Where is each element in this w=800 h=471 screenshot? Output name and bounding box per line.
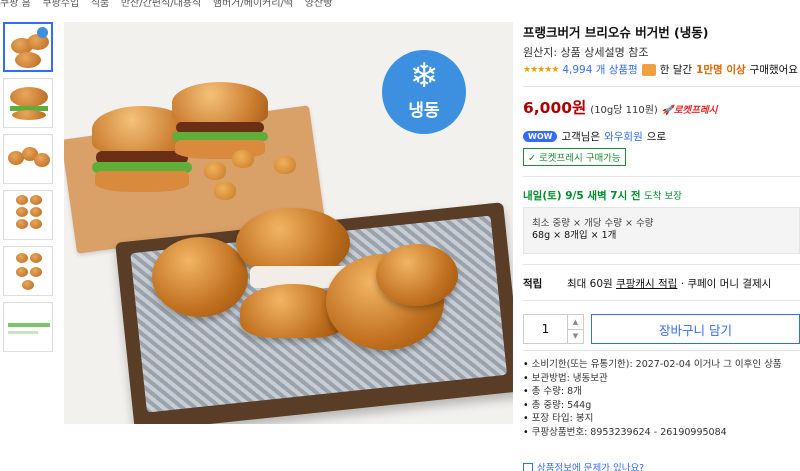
snowflake-icon: ❄	[409, 56, 439, 96]
delivery-info: 내일(토) 9/5 새벽 7시 전 도착 보장	[523, 188, 682, 203]
membership-suffix: 으로	[646, 131, 667, 143]
breadcrumb-item[interactable]: 양산빵	[305, 0, 333, 9]
breadcrumb-item[interactable]: 쿠팡수입	[42, 0, 79, 9]
divider	[523, 264, 800, 265]
list-item: 포장 타입: 봉지	[523, 412, 782, 426]
divider	[523, 300, 800, 301]
divider	[523, 350, 800, 351]
product-price: 6,000원	[523, 99, 587, 117]
wow-member-link[interactable]: 와우회원	[604, 129, 643, 144]
decrease-icon[interactable]: ▼	[568, 330, 583, 344]
report-link[interactable]: 상품정보에 문제가 있나요?	[523, 460, 644, 471]
thumbnail-list	[3, 22, 55, 358]
rocket-fresh-badge: 🚀로켓프레시	[662, 102, 718, 116]
star-rating-icon: ★★★★★	[523, 64, 559, 75]
chevron-right-icon: ›	[113, 0, 117, 8]
thumbnail-2[interactable]	[3, 78, 53, 128]
quantity-value[interactable]: 1	[524, 315, 567, 343]
list-item: 총 수량: 8개	[523, 385, 782, 399]
thumbnail-5[interactable]	[3, 246, 53, 296]
quantity-spinner: ▲ ▼	[567, 315, 583, 343]
spec-box: 최소 중량 × 개당 수량 × 수량 68g × 8개입 × 1개	[523, 207, 800, 254]
thumbnail-6[interactable]	[3, 302, 53, 352]
price-row: 6,000원 (10g당 110원) 🚀로켓프레시	[523, 96, 717, 118]
chevron-right-icon: ›	[35, 0, 39, 8]
product-details-list: 소비기한(또는 유통기한): 2027-02-04 이거나 그 이후인 상품 보…	[523, 358, 782, 439]
rating-row: ★★★★★ 4,994 개 상품평 한 달간 1만명 이상 구매했어요	[523, 62, 798, 77]
quantity-stepper[interactable]: 1 ▲ ▼	[523, 314, 584, 344]
product-title: 프랭크버거 브리오슈 버거번 (냉동)	[523, 25, 709, 40]
frozen-badge: ❄ 냉동	[382, 50, 466, 134]
breadcrumb-item[interactable]: 식품	[91, 0, 109, 9]
buy-count-highlight: 1만명 이상	[696, 64, 746, 76]
divider	[523, 176, 800, 177]
chevron-right-icon: ›	[83, 0, 87, 8]
product-origin: 원산지: 상품 상세설명 참조	[523, 46, 649, 59]
increase-icon[interactable]: ▲	[568, 315, 583, 330]
spec-label: 최소 중량 × 개당 수량 × 수량	[532, 218, 654, 229]
list-item: 소비기한(또는 유통기한): 2027-02-04 이거나 그 이후인 상품	[523, 358, 782, 372]
shopping-bag-icon	[641, 63, 656, 76]
list-item: 보관방법: 냉동보관	[523, 372, 782, 386]
list-item: 쿠팡상품번호: 8953239624 - 26190995084	[523, 426, 782, 440]
membership-row: WOW 고객님은 와우회원 으로	[523, 129, 666, 144]
buy-count-prefix: 한 달간	[659, 64, 693, 76]
thumbnail-4[interactable]	[3, 190, 53, 240]
breadcrumb: 쿠팡 홈› 쿠팡수입› 식품› 반찬/간편식/대용식› 햄버거/베이커리/떡› …	[0, 0, 333, 9]
add-to-cart-button[interactable]: 장바구니 담기	[591, 314, 800, 344]
thumbnail-3[interactable]	[3, 134, 53, 184]
frozen-label: 냉동	[408, 101, 440, 121]
delivery-guarantee: 도착 보장	[643, 191, 682, 202]
report-link-text[interactable]: 상품정보에 문제가 있나요?	[537, 460, 644, 471]
breadcrumb-item[interactable]: 반찬/간편식/대용식	[121, 0, 201, 9]
rocket-fresh-label: 로켓프레시	[673, 105, 718, 116]
coupang-cash-link[interactable]: 쿠팡캐시 적립	[616, 276, 677, 291]
report-icon	[523, 462, 533, 471]
buy-count-suffix: 구매했어요	[749, 64, 798, 76]
rocket-fresh-available-badge: ✓ 로켓프레시 구매가능	[523, 148, 626, 166]
thumbnail-1[interactable]	[3, 22, 53, 72]
breadcrumb-home[interactable]: 쿠팡 홈	[0, 0, 31, 9]
cash-prefix: 최대 60원	[567, 278, 613, 290]
cash-reward-row: 적립 최대 60원 쿠팡캐시 적립 · 쿠페이 머니 결제시	[523, 276, 771, 291]
spec-value: 68g × 8개입 × 1개	[532, 230, 617, 241]
delivery-date: 내일(토) 9/5 새벽 7시 전	[523, 190, 641, 202]
unit-price: (10g당 110원)	[590, 105, 658, 116]
membership-text: 고객님은	[561, 131, 601, 143]
cash-label: 적립	[523, 278, 543, 290]
cash-suffix: · 쿠페이 머니 결제시	[680, 278, 772, 290]
list-item: 총 중량: 544g	[523, 399, 782, 413]
chevron-right-icon: ›	[205, 0, 209, 8]
divider	[523, 86, 800, 87]
wow-badge: WOW	[523, 131, 558, 142]
burger-image	[172, 82, 268, 162]
chevron-right-icon: ›	[297, 0, 301, 8]
rocket-icon: 🚀	[661, 105, 674, 116]
main-product-image: ❄ 냉동	[64, 22, 513, 424]
review-count-link[interactable]: 4,994 개 상품평	[562, 62, 637, 77]
breadcrumb-item[interactable]: 햄버거/베이커리/떡	[213, 0, 293, 9]
